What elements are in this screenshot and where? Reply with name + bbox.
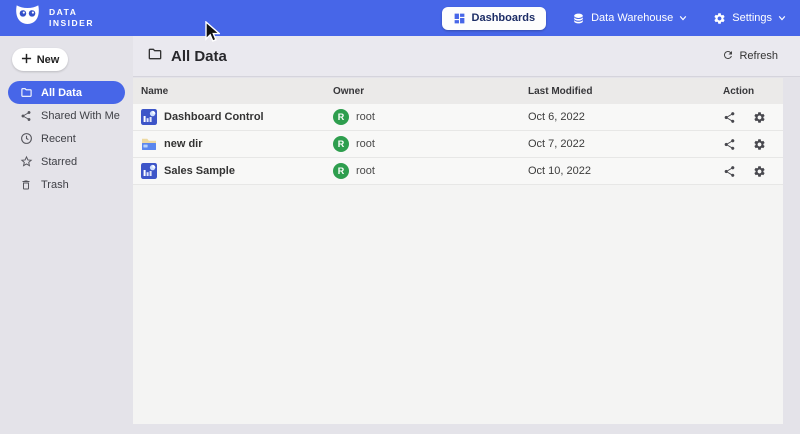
share-icon[interactable] [723, 165, 736, 178]
sidebar-item-label: Starred [41, 156, 77, 168]
sidebar-item-label: Recent [41, 133, 76, 145]
page-title: All Data [171, 48, 227, 65]
gear-icon[interactable] [753, 111, 766, 124]
sidebar-item-trash[interactable]: Trash [8, 173, 125, 196]
owner-name: root [356, 111, 375, 123]
folder-icon [147, 46, 163, 67]
last-modified-date: Oct 6, 2022 [528, 111, 723, 123]
settings-label: Settings [732, 12, 772, 24]
column-header-name: Name [141, 86, 333, 97]
chevron-down-icon [778, 14, 786, 22]
dashboard-file-icon [141, 109, 157, 125]
column-header-last-modified: Last Modified [528, 86, 723, 97]
folder-icon [20, 86, 33, 99]
sidebar-item-label: All Data [41, 87, 82, 99]
table-row[interactable]: Sales Sample R root Oct 10, 2022 [133, 158, 783, 185]
table-row[interactable]: Dashboard Control R root Oct 6, 2022 [133, 104, 783, 131]
owner-name: root [356, 138, 375, 150]
owner-avatar: R [333, 109, 349, 125]
column-header-action: Action [723, 86, 775, 97]
refresh-button[interactable]: Refresh [722, 49, 778, 64]
sidebar-item-all-data[interactable]: All Data [8, 81, 125, 104]
sidebar-item-label: Trash [41, 179, 69, 191]
folder-file-icon [141, 136, 157, 152]
chevron-down-icon [679, 14, 687, 22]
dashboards-label: Dashboards [472, 12, 536, 24]
new-button[interactable]: New [12, 48, 68, 71]
main-header: All Data Refresh [133, 36, 800, 77]
file-name: Sales Sample [164, 165, 235, 177]
app-logo: DATA INSIDER [14, 4, 94, 32]
file-name: Dashboard Control [164, 111, 264, 123]
owner-avatar: R [333, 163, 349, 179]
logo-text-line1: DATA [49, 7, 94, 18]
refresh-label: Refresh [739, 50, 778, 62]
trash-icon [20, 178, 33, 191]
table-header-row: Name Owner Last Modified Action [133, 78, 783, 104]
refresh-icon [722, 49, 734, 64]
gear-icon[interactable] [753, 138, 766, 151]
share-icon[interactable] [723, 138, 736, 151]
last-modified-date: Oct 7, 2022 [528, 138, 723, 150]
new-button-label: New [37, 54, 60, 66]
sidebar: New All Data Shared With Me Recent [0, 36, 133, 434]
owner-avatar: R [333, 136, 349, 152]
star-icon [20, 155, 33, 168]
dashboard-grid-icon [453, 12, 466, 25]
last-modified-date: Oct 10, 2022 [528, 165, 723, 177]
plus-icon [21, 53, 32, 67]
clock-icon [20, 132, 33, 145]
settings-menu[interactable]: Settings [713, 12, 786, 25]
gear-icon [713, 12, 726, 25]
sidebar-item-recent[interactable]: Recent [8, 127, 125, 150]
owl-logo-icon [14, 4, 41, 32]
table-row[interactable]: new dir R root Oct 7, 2022 [133, 131, 783, 158]
data-table-card: Name Owner Last Modified Action Dashboar… [133, 78, 783, 424]
logo-text-line2: INSIDER [49, 18, 94, 29]
content-area: Name Owner Last Modified Action Dashboar… [133, 77, 800, 434]
share-icon [20, 109, 33, 122]
sidebar-item-starred[interactable]: Starred [8, 150, 125, 173]
data-warehouse-menu[interactable]: Data Warehouse [572, 12, 687, 25]
file-name: new dir [164, 138, 203, 150]
top-navbar: DATA INSIDER Dashboards Data Warehouse [0, 0, 800, 36]
sidebar-item-label: Shared With Me [41, 110, 120, 122]
sidebar-item-shared-with-me[interactable]: Shared With Me [8, 104, 125, 127]
share-icon[interactable] [723, 111, 736, 124]
data-warehouse-label: Data Warehouse [591, 12, 673, 24]
column-header-owner: Owner [333, 86, 528, 97]
dashboards-button[interactable]: Dashboards [442, 7, 547, 30]
gear-icon[interactable] [753, 165, 766, 178]
table-body: Dashboard Control R root Oct 6, 2022 new… [133, 104, 783, 185]
owner-name: root [356, 165, 375, 177]
dashboard-file-icon [141, 163, 157, 179]
database-icon [572, 12, 585, 25]
